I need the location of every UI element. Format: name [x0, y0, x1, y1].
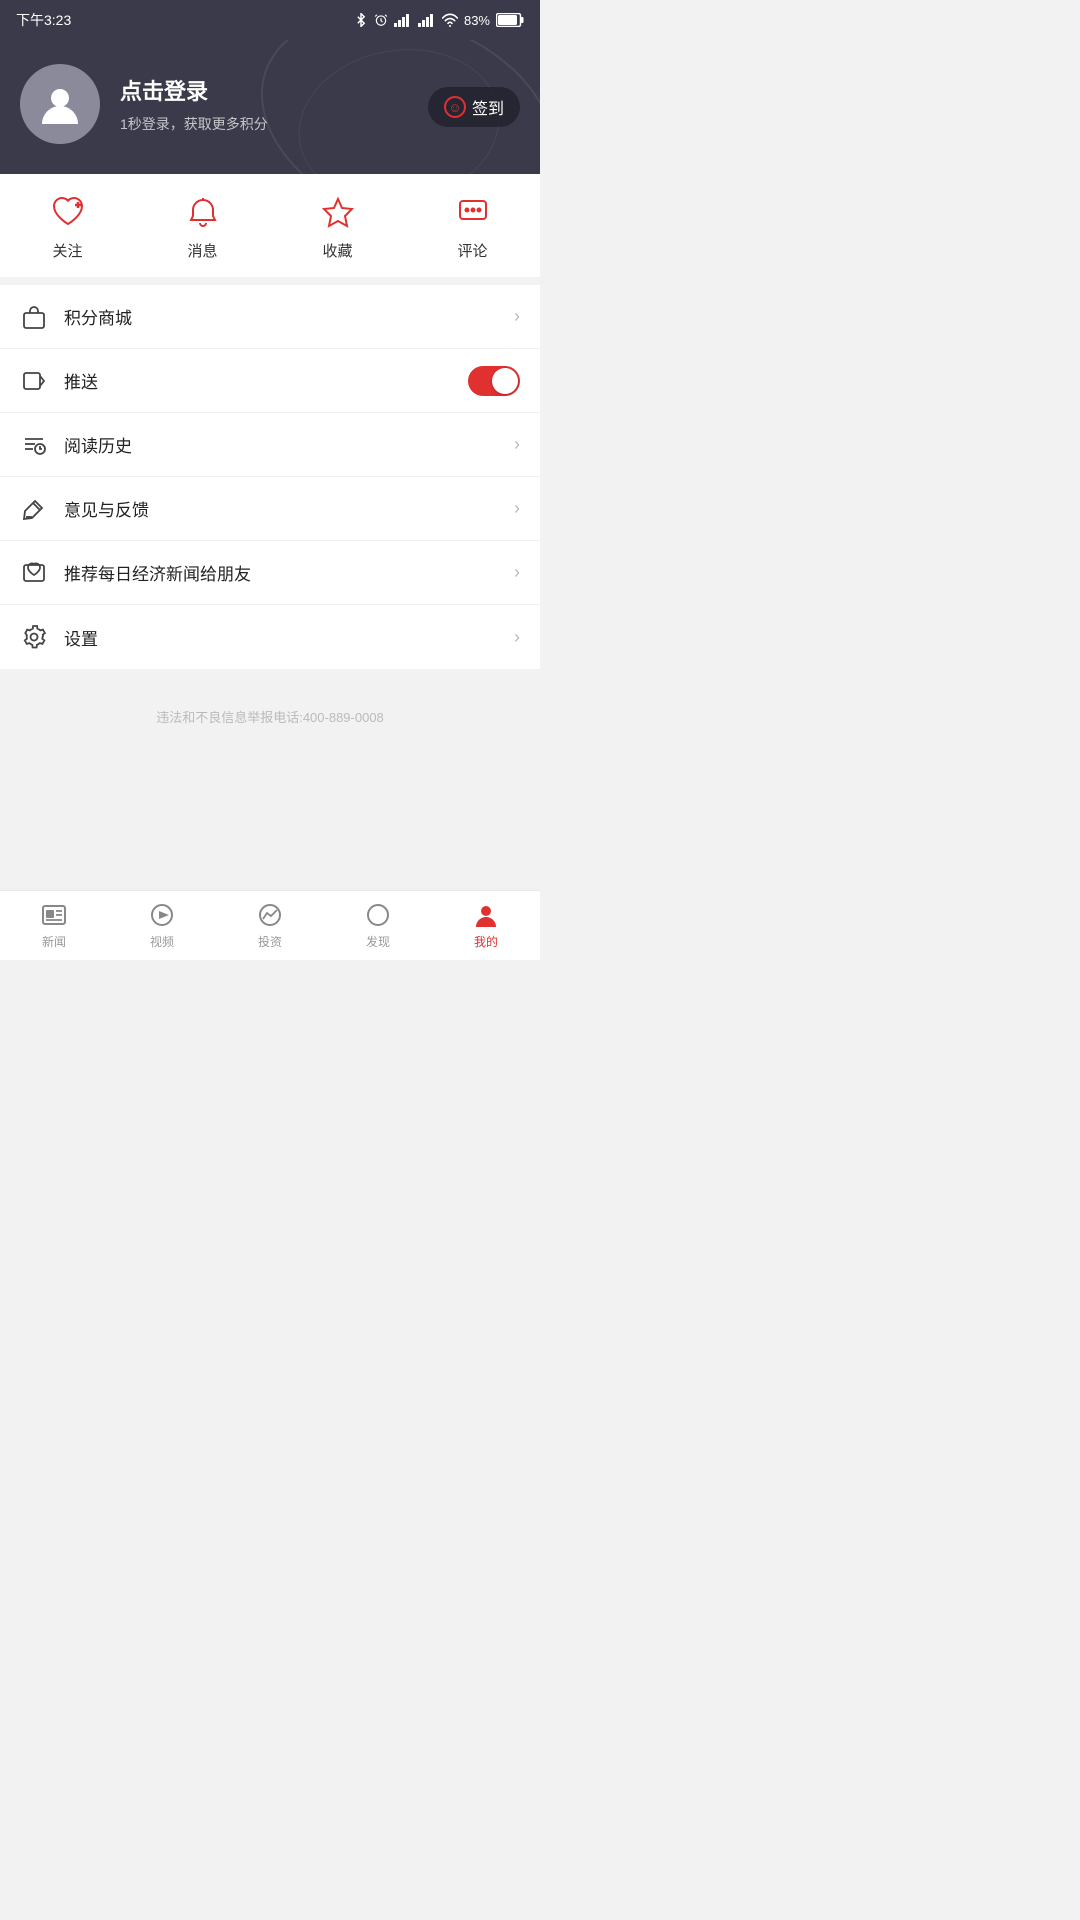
footer-note: 违法和不良信息举报电话:400-889-0008: [0, 677, 540, 746]
signal-icon-2: [418, 13, 436, 27]
mine-label: 我的: [474, 933, 498, 950]
checkin-button[interactable]: ☺ 签到: [428, 87, 520, 127]
nav-mine[interactable]: 我的: [432, 891, 540, 960]
comment-label: 评论: [457, 240, 487, 261]
quick-actions: 关注 消息 收藏: [0, 174, 540, 285]
menu-item-points-mall[interactable]: 积分商城 ›: [0, 285, 540, 349]
alarm-icon: [374, 13, 388, 27]
feedback-label: 意见与反馈: [64, 496, 514, 521]
settings-right: ›: [514, 627, 520, 648]
chevron-icon-2: ›: [514, 434, 520, 455]
discover-label: 发现: [366, 933, 390, 950]
feedback-right: ›: [514, 498, 520, 519]
status-right: 83%: [354, 13, 524, 28]
main-scroll: 点击登录 1秒登录，获取更多积分 ☺ 签到 关注: [0, 40, 540, 890]
wifi-icon: [442, 13, 458, 27]
checkin-label: 签到: [472, 95, 504, 119]
quick-action-follow[interactable]: 关注: [0, 194, 135, 261]
signal-icon-1: [394, 13, 412, 27]
follow-label: 关注: [52, 240, 82, 261]
history-icon: [20, 431, 48, 459]
invest-icon: [256, 901, 284, 929]
profile-header[interactable]: 点击登录 1秒登录，获取更多积分 ☺ 签到: [0, 40, 540, 174]
follow-icon: [50, 194, 86, 230]
battery-percent: 83%: [464, 13, 490, 28]
push-label: 推送: [64, 368, 468, 393]
settings-label: 设置: [64, 625, 514, 650]
avatar[interactable]: [20, 64, 100, 144]
nav-discover[interactable]: 发现: [324, 891, 432, 960]
status-bar: 下午3:23 83%: [0, 0, 540, 40]
menu-item-settings[interactable]: 设置 ›: [0, 605, 540, 669]
chevron-icon-4: ›: [514, 562, 520, 583]
push-icon: [20, 367, 48, 395]
quick-action-collect[interactable]: 收藏: [270, 194, 405, 261]
recommend-right: ›: [514, 562, 520, 583]
nav-news[interactable]: 新闻: [0, 891, 108, 960]
menu-item-history[interactable]: 阅读历史 ›: [0, 413, 540, 477]
invest-label: 投资: [258, 933, 282, 950]
chevron-icon-3: ›: [514, 498, 520, 519]
bluetooth-icon: [354, 13, 368, 27]
menu-item-feedback[interactable]: 意见与反馈 ›: [0, 477, 540, 541]
comment-icon: [455, 194, 491, 230]
menu-list: 积分商城 › 推送: [0, 285, 540, 669]
quick-action-comment[interactable]: 评论: [405, 194, 540, 261]
recommend-label: 推荐每日经济新闻给朋友: [64, 560, 514, 585]
gear-icon: [20, 623, 48, 651]
heart-share-icon: [20, 559, 48, 587]
points-mall-right: ›: [514, 306, 520, 327]
chevron-icon-5: ›: [514, 627, 520, 648]
push-right: [468, 366, 520, 396]
discover-icon: [364, 901, 392, 929]
footer-text: 违法和不良信息举报电话:400-889-0008: [156, 710, 384, 725]
news-label: 新闻: [42, 933, 66, 950]
status-time: 下午3:23: [16, 10, 71, 30]
push-toggle[interactable]: [468, 366, 520, 396]
checkin-icon: ☺: [444, 96, 466, 118]
avatar-icon: [38, 82, 82, 126]
nav-video[interactable]: 视频: [108, 891, 216, 960]
quick-action-message[interactable]: 消息: [135, 194, 270, 261]
history-label: 阅读历史: [64, 432, 514, 457]
menu-item-push[interactable]: 推送: [0, 349, 540, 413]
menu-item-recommend[interactable]: 推荐每日经济新闻给朋友 ›: [0, 541, 540, 605]
history-right: ›: [514, 434, 520, 455]
video-icon: [148, 901, 176, 929]
collect-label: 收藏: [322, 240, 352, 261]
nav-invest[interactable]: 投资: [216, 891, 324, 960]
toggle-knob: [492, 368, 518, 394]
news-icon: [40, 901, 68, 929]
mine-icon: [472, 901, 500, 929]
edit-icon: [20, 495, 48, 523]
message-label: 消息: [187, 240, 217, 261]
bell-icon: [185, 194, 221, 230]
star-icon: [320, 194, 356, 230]
bag-icon: [20, 303, 48, 331]
battery-icon: [496, 13, 524, 27]
bottom-nav: 新闻 视频 投资 发现: [0, 890, 540, 960]
points-mall-label: 积分商城: [64, 304, 514, 329]
chevron-icon: ›: [514, 306, 520, 327]
video-label: 视频: [150, 933, 174, 950]
